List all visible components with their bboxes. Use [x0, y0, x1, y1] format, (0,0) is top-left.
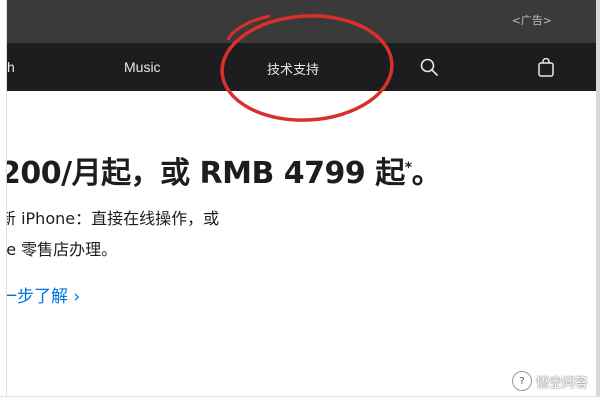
- hero-body-line-1: 新 iPhone：直接在线操作，或: [0, 209, 220, 228]
- watermark: ? 悟空问答: [511, 371, 588, 391]
- headline-text: 200/月起，或 RMB 4799 起: [0, 156, 405, 191]
- frame-bottom-edge: [0, 396, 600, 405]
- watermark-logo-icon: ?: [511, 371, 532, 391]
- ad-label: <广告>: [511, 14, 552, 27]
- headline-end: 。: [411, 156, 442, 191]
- watermark-text: 悟空问答: [535, 375, 588, 391]
- frame-right-edge: [596, 0, 600, 405]
- nav-item-support[interactable]: 技术支持: [267, 59, 319, 78]
- ad-bar: <广告>: [0, 0, 600, 43]
- hero-headline: 200/月起，或 RMB 4799 起*。: [0, 148, 442, 192]
- search-icon[interactable]: [420, 58, 438, 80]
- footnote-mark: *: [404, 160, 412, 176]
- hero-body-line-2: re 零售店办理。: [0, 240, 118, 259]
- browser-viewport: <广告> ch Music 技术支持 200/月起，或 RMB 4799 起*。…: [0, 0, 600, 405]
- nav-item-music[interactable]: Music: [124, 59, 161, 75]
- global-nav: ch Music 技术支持: [0, 43, 600, 91]
- learn-more-link[interactable]: 一步了解 ›: [0, 282, 80, 307]
- bag-icon[interactable]: [538, 57, 554, 81]
- frame-left-edge: [0, 0, 7, 405]
